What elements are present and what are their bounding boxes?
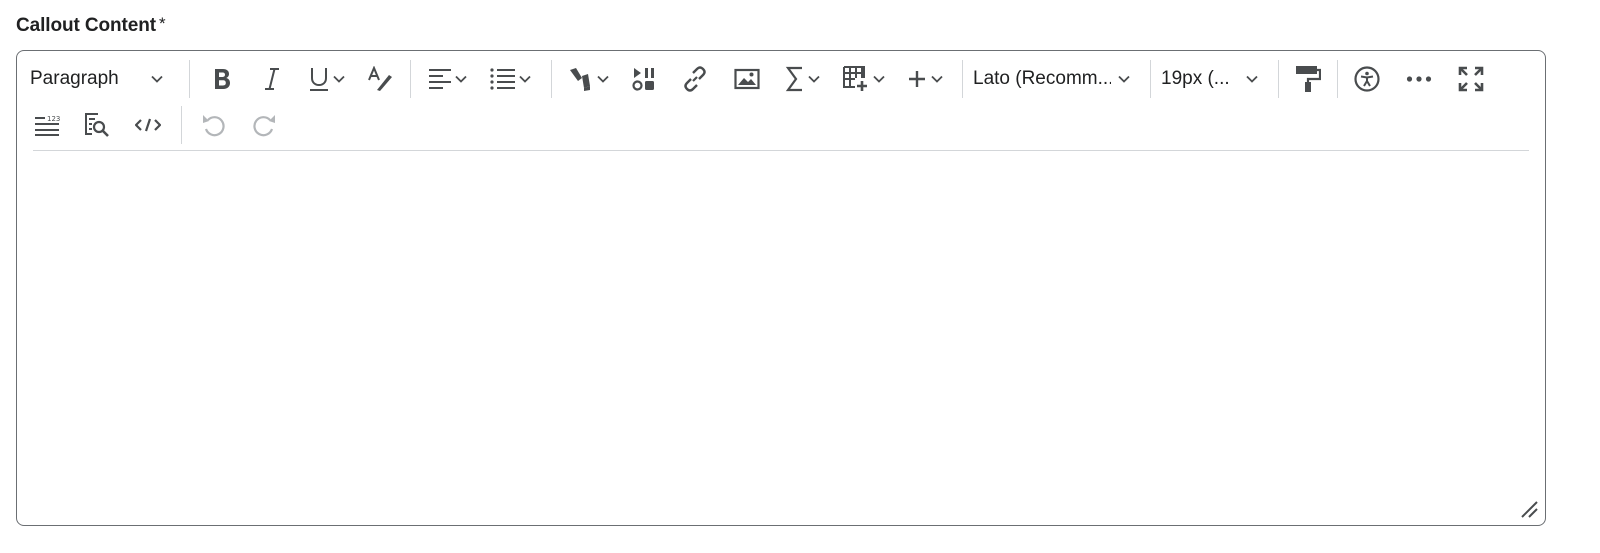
insert-image-button[interactable] — [721, 59, 773, 99]
toolbar-divider — [33, 150, 1529, 151]
chevron-down-icon — [333, 75, 345, 83]
insert-stuff-button[interactable] — [895, 59, 955, 99]
toolbar-separator — [1278, 60, 1279, 98]
fullscreen-button[interactable] — [1449, 59, 1493, 99]
source-code-button[interactable] — [122, 105, 174, 145]
chevron-down-icon — [1118, 75, 1130, 83]
toolbar-separator — [962, 60, 963, 98]
spellcheck-button[interactable] — [357, 59, 403, 99]
italic-button[interactable] — [247, 59, 297, 99]
bold-button[interactable] — [197, 59, 247, 99]
required-marker: * — [158, 14, 166, 33]
insert-media-button[interactable] — [619, 59, 669, 99]
format-painter-button[interactable] — [1286, 59, 1330, 99]
toolbar-separator — [189, 60, 190, 98]
more-actions-button[interactable] — [1389, 59, 1449, 99]
font-family-value: Lato (Recomm... — [973, 68, 1111, 89]
image-icon — [734, 68, 760, 90]
chevron-down-icon — [808, 75, 820, 83]
resize-handle-icon[interactable] — [1519, 499, 1539, 519]
sigma-icon — [785, 66, 802, 92]
undo-button[interactable] — [189, 105, 239, 145]
chevron-down-icon — [1246, 75, 1258, 83]
chevron-down-icon — [151, 75, 163, 83]
underline-icon — [310, 68, 328, 91]
chevron-down-icon — [519, 75, 531, 83]
toolbar-separator — [1150, 60, 1151, 98]
paragraph-format-select[interactable]: Paragraph — [30, 59, 182, 99]
line-numbers-icon: 123 — [35, 115, 60, 136]
chevron-down-icon — [873, 75, 885, 83]
redo-button[interactable] — [239, 105, 289, 145]
more-icon — [1406, 76, 1432, 82]
chevron-down-icon — [455, 75, 467, 83]
underline-button[interactable] — [297, 59, 357, 99]
media-icon — [632, 68, 654, 91]
accessibility-checker-button[interactable] — [1345, 59, 1389, 99]
toolbar-separator — [551, 60, 552, 98]
toolbar-separator — [181, 106, 182, 144]
find-replace-button[interactable] — [72, 105, 122, 145]
toolbar-separator — [410, 60, 411, 98]
bulleted-list-icon — [490, 68, 515, 90]
toolbar-separator — [1337, 60, 1338, 98]
undo-icon — [203, 115, 225, 137]
redo-icon — [253, 115, 275, 137]
line-numbers-button[interactable]: 123 — [22, 105, 72, 145]
chevron-down-icon — [931, 75, 943, 83]
insert-link-button[interactable] — [669, 59, 721, 99]
toolbar-row-2: 123 — [17, 105, 1545, 145]
plus-icon — [909, 71, 925, 87]
font-size-value: 19px (... — [1161, 68, 1230, 89]
editor-content-area[interactable] — [33, 155, 1529, 507]
rich-text-editor[interactable]: Paragraph Lato (Recomm... 19px (... 123 — [16, 50, 1546, 526]
align-left-icon — [429, 69, 451, 89]
table-icon — [843, 66, 867, 91]
chevron-down-icon — [597, 75, 609, 83]
format-painter-icon — [1296, 66, 1321, 92]
field-label: Callout Content * — [16, 14, 166, 37]
highlight-button[interactable] — [559, 59, 619, 99]
accessibility-icon — [1354, 66, 1380, 92]
list-button[interactable] — [478, 59, 544, 99]
find-icon — [85, 113, 109, 137]
svg-text:123: 123 — [47, 115, 60, 123]
fullscreen-icon — [1458, 66, 1484, 92]
bold-icon — [215, 69, 230, 89]
font-family-select[interactable]: Lato (Recomm... — [973, 59, 1143, 99]
font-size-select[interactable]: 19px (... — [1161, 59, 1271, 99]
table-button[interactable] — [833, 59, 895, 99]
link-icon — [684, 66, 706, 92]
toolbar-row-1: Paragraph Lato (Recomm... 19px (... — [17, 59, 1545, 99]
italic-icon — [265, 68, 279, 90]
spellcheck-icon — [368, 66, 392, 91]
field-label-text: Callout Content — [16, 15, 156, 36]
align-button[interactable] — [418, 59, 478, 99]
code-icon — [135, 118, 161, 132]
highlighter-icon — [570, 68, 590, 91]
paragraph-format-value: Paragraph — [30, 68, 119, 89]
equation-button[interactable] — [773, 59, 833, 99]
